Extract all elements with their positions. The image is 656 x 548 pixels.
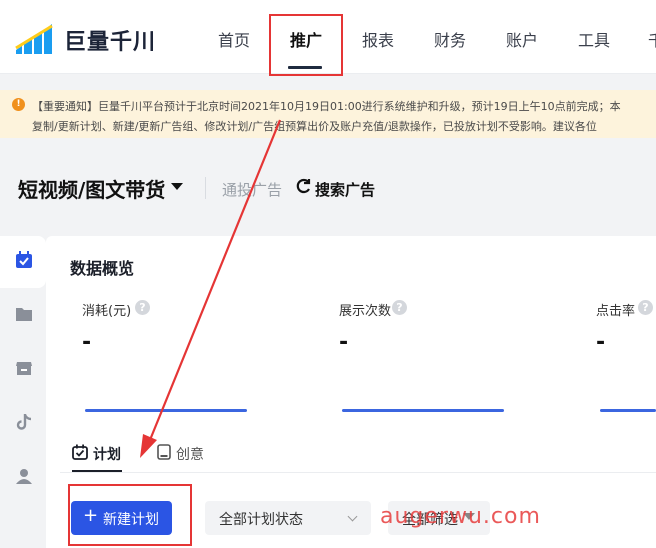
notice-text-line-2: 复制/更新计划、新建/更新广告组、修改计划/广告组预算出价及账户充值/退款操作，… [32,120,597,133]
calendar-check-icon[interactable] [14,250,34,270]
tab-active-indicator [72,470,122,472]
nav-item-more[interactable]: 千 [648,27,656,51]
tab-creatives[interactable]: 创意 [176,444,204,464]
nav-item-home[interactable]: 首页 [218,27,250,51]
help-icon[interactable]: ? [638,300,653,315]
campaign-type-dropdown[interactable]: 短视频/图文带货 [18,174,165,203]
metric-label-impressions: 展示次数 [339,304,392,319]
metric-value-cost: - [82,330,92,355]
tab-plans[interactable]: 计划 [93,444,121,464]
divider [205,177,206,199]
annotation-box-new-plan [68,484,192,546]
notice-banner: ! 【重要通知】巨量千川平台预计于北京时间2021年10月19日01:00进行系… [0,90,656,138]
douyin-icon[interactable] [14,412,34,432]
annotation-box-promotion [269,14,343,76]
tab-divider [60,472,656,473]
metric-sparkline-cost [85,409,247,412]
brand-name[interactable]: 巨量千川 [64,24,156,56]
metric-label-cost: 消耗(元) [82,304,132,319]
nav-item-account[interactable]: 账户 [506,27,538,51]
search-ads-icon [296,178,311,194]
notice-text-line-1: 【重要通知】巨量千川平台预计于北京时间2021年10月19日01:00进行系统维… [32,100,621,113]
metric-value-ctr: - [596,330,606,355]
metric-sparkline-ctr [600,409,656,412]
plan-status-value: 全部计划状态 [219,512,303,528]
metric-value-impressions: - [339,330,349,355]
help-icon[interactable]: ? [392,300,407,315]
nav-item-tools[interactable]: 工具 [578,27,610,51]
metric-sparkline-impressions [342,409,504,412]
help-icon[interactable]: ? [135,300,150,315]
warning-icon: ! [12,98,25,111]
brand-logo-icon[interactable] [14,20,54,56]
store-icon[interactable] [14,358,34,378]
creative-icon [157,444,171,460]
calendar-check-icon [72,444,88,460]
caret-down-icon[interactable] [171,183,183,190]
nav-item-finance[interactable]: 财务 [434,27,466,51]
tab-general-ads[interactable]: 通投广告 [222,179,282,200]
section-title-overview: 数据概览 [70,259,135,278]
folder-icon[interactable] [14,304,34,324]
nav-item-reports[interactable]: 报表 [362,27,394,51]
tab-search-ads[interactable]: 搜索广告 [315,179,375,200]
watermark: augerwu.com [380,504,541,529]
plan-status-select[interactable]: 全部计划状态 [205,501,371,535]
user-icon[interactable] [14,466,34,486]
metric-label-ctr: 点击率 [596,304,636,319]
chevron-down-icon [347,511,358,522]
